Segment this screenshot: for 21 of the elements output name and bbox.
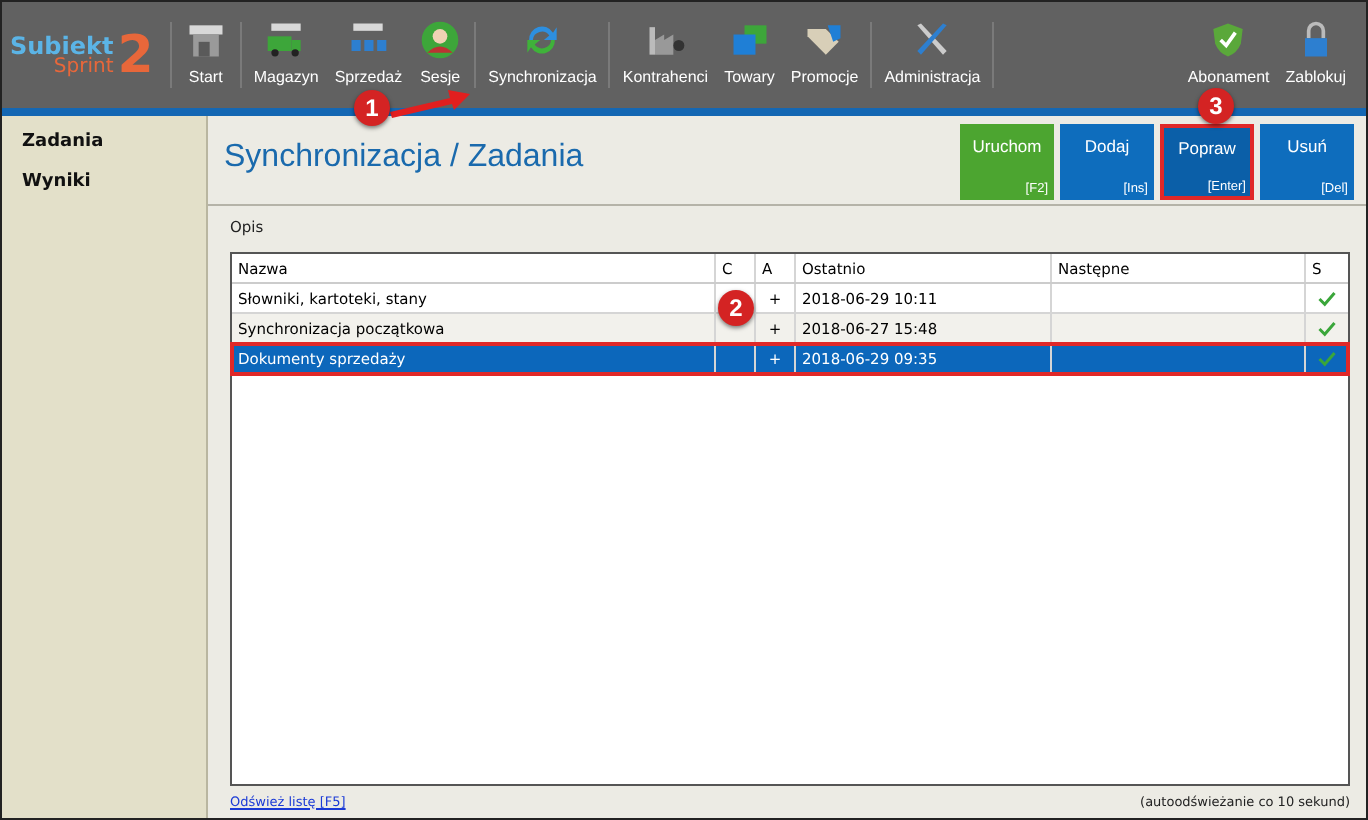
sidebar-item[interactable]: Zadania <box>2 128 206 156</box>
toolbar-button[interactable]: Sprzedaż <box>326 18 411 88</box>
sidebar-item[interactable]: Wyniki <box>2 168 206 196</box>
logo-subtitle: Sprint <box>53 57 114 77</box>
toolbar-button[interactable]: Zablokuj <box>1277 18 1354 88</box>
toolbar-button[interactable]: Start <box>175 18 236 88</box>
toolbar-button[interactable]: Magazyn <box>245 18 327 88</box>
toolbar-button[interactable]: Abonament <box>1179 18 1278 88</box>
toolbar-button[interactable]: Promocje <box>782 18 867 88</box>
toolbar-button[interactable]: Sesje <box>410 18 471 88</box>
toolbar-button[interactable]: Towary <box>716 18 783 88</box>
logo-number: 2 <box>117 29 154 81</box>
logo-name: Subiekt <box>10 33 114 57</box>
toolbar-button[interactable]: Kontrahenci <box>614 18 717 88</box>
step-badge: 3 <box>1198 88 1234 124</box>
person-icon <box>418 18 463 62</box>
callout-arrow <box>390 90 470 118</box>
toolbar-button[interactable]: Administracja <box>876 18 989 88</box>
toolbar-button[interactable]: Synchronizacja <box>480 18 605 88</box>
page-title: Synchronizacja / Zadania <box>224 140 586 176</box>
step-badge: 1 <box>354 90 390 126</box>
